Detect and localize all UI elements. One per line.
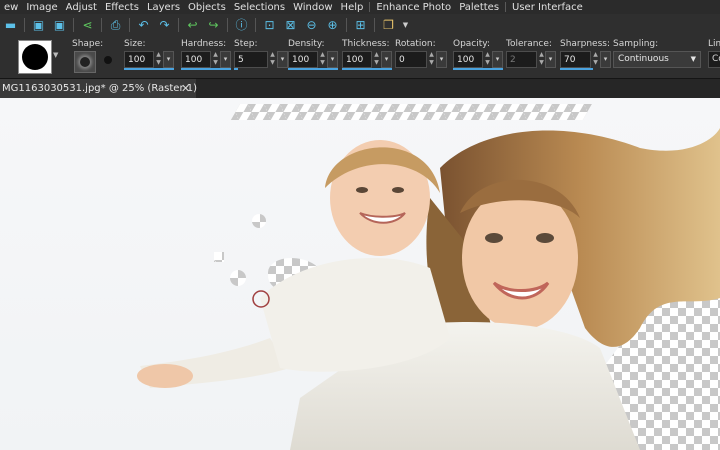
- sharpness-slider[interactable]: [560, 68, 593, 70]
- sharpness-input[interactable]: 70: [560, 51, 591, 68]
- sharpness-dropdown[interactable]: ▾: [600, 51, 611, 68]
- step-slider[interactable]: [234, 68, 238, 70]
- rotation-dropdown[interactable]: ▾: [436, 51, 447, 68]
- opacity-dropdown[interactable]: ▾: [492, 51, 503, 68]
- tolerance-dropdown[interactable]: ▾: [545, 51, 556, 68]
- rotation-input[interactable]: 0: [395, 51, 427, 68]
- tool-options-palette: ▼ Shape: Size: 100 ▲ ▼ ▾ Hardness: 100 ▲ ▼…: [0, 36, 720, 79]
- share-icon[interactable]: ⋖: [80, 17, 96, 33]
- image-canvas[interactable]: [0, 98, 720, 450]
- size-dropdown[interactable]: ▾: [163, 51, 174, 68]
- density-spinner[interactable]: ▲ ▼: [318, 51, 327, 68]
- round-brush-icon: [80, 57, 90, 67]
- zoom-in-icon[interactable]: ⊕: [325, 17, 341, 33]
- opacity-input[interactable]: 100: [453, 51, 483, 68]
- menu-image[interactable]: Image: [22, 2, 61, 13]
- hardness-spinner[interactable]: ▲ ▼: [211, 51, 220, 68]
- menu-layers[interactable]: Layers: [143, 2, 184, 13]
- opacity-spinner[interactable]: ▲ ▼: [483, 51, 492, 68]
- chevron-down-icon[interactable]: ▼: [402, 17, 410, 33]
- chevron-down-icon[interactable]: ▼: [53, 51, 58, 59]
- revert-icon[interactable]: ↩: [185, 17, 201, 33]
- density-input[interactable]: 100: [288, 51, 318, 68]
- menu-window[interactable]: Window: [289, 2, 336, 13]
- opacity-label: Opacity:: [453, 39, 490, 49]
- limit-label: Lim: [708, 39, 720, 49]
- menu-objects[interactable]: Objects: [184, 2, 230, 13]
- document-tab-bar: MG1163030531.jpg* @ 25% (Raster 1) ✕: [0, 79, 720, 98]
- tolerance-label: Tolerance:: [506, 39, 552, 49]
- hardness-label: Hardness:: [181, 39, 227, 49]
- info-icon[interactable]: ⓘ: [234, 17, 250, 33]
- size-spinner[interactable]: ▲ ▼: [154, 51, 163, 68]
- fullscreen-icon[interactable]: ⊞: [353, 17, 369, 33]
- brush-cursor-icon: [253, 291, 269, 307]
- menu-user-interface[interactable]: User Interface: [508, 2, 587, 13]
- shape-label: Shape:: [72, 39, 104, 49]
- tolerance-input[interactable]: 2: [506, 51, 537, 68]
- step-spinner[interactable]: ▲ ▼: [268, 51, 277, 68]
- sampling-select[interactable]: Continuous ▼: [613, 51, 701, 68]
- actual-size-icon[interactable]: ⊡: [262, 17, 278, 33]
- menu-view[interactable]: ew: [0, 2, 22, 13]
- menu-adjust[interactable]: Adjust: [62, 2, 101, 13]
- print-icon[interactable]: ⎙: [108, 17, 124, 33]
- sampling-label: Sampling:: [613, 39, 659, 49]
- rotation-label: Rotation:: [395, 39, 436, 49]
- size-label: Size:: [124, 39, 146, 49]
- menu-bar: ew Image Adjust Effects Layers Objects S…: [0, 0, 720, 14]
- save-icon[interactable]: ▣: [31, 17, 47, 33]
- redo-icon[interactable]: ↷: [157, 17, 173, 33]
- zoom-out-icon[interactable]: ⊖: [304, 17, 320, 33]
- density-dropdown[interactable]: ▾: [327, 51, 338, 68]
- menu-palettes[interactable]: Palettes: [455, 2, 503, 13]
- fit-window-icon[interactable]: ⊠: [283, 17, 299, 33]
- step-dropdown[interactable]: ▾: [277, 51, 288, 68]
- thickness-spinner[interactable]: ▲ ▼: [372, 51, 381, 68]
- brush-tip-icon: [22, 44, 48, 70]
- thickness-dropdown[interactable]: ▾: [381, 51, 392, 68]
- document-tab-title: MG1163030531.jpg* @ 25% (Raster 1): [2, 83, 198, 94]
- size-input[interactable]: 100: [124, 51, 154, 68]
- repeat-icon[interactable]: ↪: [206, 17, 222, 33]
- sharpness-spinner[interactable]: ▲ ▼: [591, 51, 600, 68]
- undo-icon[interactable]: ↶: [136, 17, 152, 33]
- limit-select[interactable]: Co: [708, 51, 720, 68]
- step-label: Step:: [234, 39, 258, 49]
- close-icon[interactable]: ✕: [181, 79, 190, 98]
- step-input[interactable]: 5: [234, 51, 268, 68]
- brush-preview[interactable]: [18, 40, 52, 74]
- thickness-slider[interactable]: [342, 68, 392, 70]
- photo-layer: [137, 128, 720, 450]
- density-label: Density:: [288, 39, 325, 49]
- menu-selections[interactable]: Selections: [230, 2, 289, 13]
- hardness-dropdown[interactable]: ▾: [220, 51, 231, 68]
- copy-icon[interactable]: ❐: [381, 17, 397, 33]
- density-slider[interactable]: [288, 68, 338, 70]
- sampling-value: Continuous: [618, 54, 669, 64]
- menu-divider: [369, 2, 371, 12]
- chevron-down-icon: ▼: [690, 55, 696, 63]
- save-as-icon[interactable]: ▣: [52, 17, 68, 33]
- menu-divider: [505, 2, 507, 12]
- size-slider[interactable]: [124, 68, 174, 70]
- document-tab[interactable]: MG1163030531.jpg* @ 25% (Raster 1) ✕: [0, 79, 198, 98]
- shape-square-button[interactable]: [104, 56, 112, 64]
- scanner-icon[interactable]: ▬: [3, 17, 19, 33]
- menu-help[interactable]: Help: [337, 2, 368, 13]
- opacity-slider[interactable]: [453, 68, 503, 70]
- standard-toolbar: ▬ ▣ ▣ ⋖ ⎙ ↶ ↷ ↩ ↪ ⓘ ⊡ ⊠ ⊖ ⊕ ⊞ ❐ ▼: [0, 14, 720, 37]
- menu-enhance-photo[interactable]: Enhance Photo: [372, 2, 455, 13]
- hardness-input[interactable]: 100: [181, 51, 211, 68]
- hardness-slider[interactable]: [181, 68, 231, 70]
- thickness-input[interactable]: 100: [342, 51, 372, 68]
- menu-effects[interactable]: Effects: [101, 2, 143, 13]
- rotation-spinner[interactable]: ▲ ▼: [427, 51, 436, 68]
- sharpness-label: Sharpness:: [560, 39, 610, 49]
- shape-round-button[interactable]: [74, 51, 96, 73]
- thickness-label: Thickness:: [342, 39, 390, 49]
